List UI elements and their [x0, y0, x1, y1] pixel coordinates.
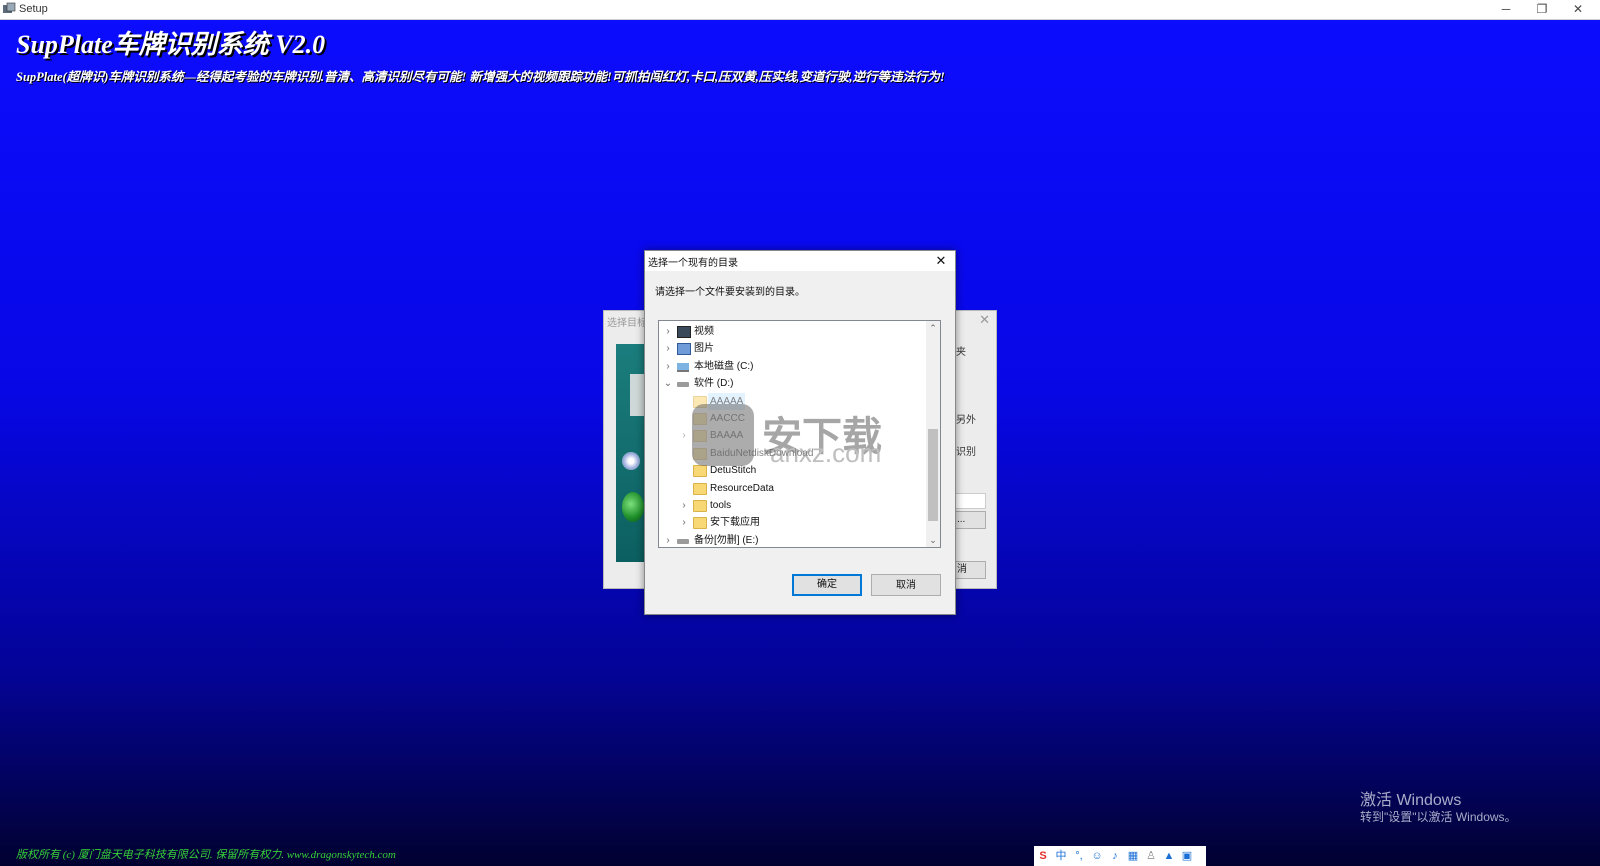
- tree-node-label: 备份[勿删] (E:): [694, 534, 759, 546]
- expand-chevron-icon[interactable]: ›: [679, 514, 689, 531]
- tree-folder-row[interactable]: ResourceData: [659, 480, 925, 497]
- dialog-titlebar: 选择一个现有的目录 ✕: [645, 251, 955, 271]
- ime-mode-indicator[interactable]: 中: [1054, 849, 1068, 863]
- download-logo-icon: [692, 404, 754, 466]
- emoji-icon[interactable]: ☺: [1090, 849, 1104, 863]
- window-title: Setup: [19, 3, 48, 15]
- computer-illustration: [630, 374, 644, 416]
- installer-subtitle: SupPlate(超牌识)车牌识别系统—经得起考验的车牌识别.普清、高清识别尽有…: [16, 70, 945, 84]
- scroll-up-icon[interactable]: ⌃: [926, 321, 940, 335]
- picture-icon: [677, 343, 691, 356]
- expand-chevron-icon[interactable]: ›: [679, 427, 689, 444]
- folder-icon: [693, 500, 707, 512]
- scroll-thumb[interactable]: [928, 429, 938, 521]
- window-titlebar: Setup ─ ❐ ✕: [0, 0, 1600, 20]
- expand-chevron-icon[interactable]: ›: [679, 497, 689, 514]
- wizard-browse-button[interactable]: ...: [954, 511, 986, 529]
- expand-chevron-icon[interactable]: ›: [663, 323, 673, 340]
- copyright-footer: 版权所有 (c) 厦门盘天电子科技有限公司. 保留所有权力. www.drago…: [16, 849, 396, 861]
- cancel-button[interactable]: 取消: [871, 574, 941, 596]
- dialog-title: 选择一个现有的目录: [648, 258, 738, 269]
- tree-folder-row[interactable]: › tools: [659, 497, 925, 514]
- mic-icon[interactable]: ♪: [1108, 849, 1122, 863]
- sogou-icon[interactable]: S: [1036, 849, 1050, 863]
- ime-toolbar: S 中 °, ☺ ♪ ▦ ♙ ▲ ▣: [1034, 846, 1206, 866]
- tree-node-label: 本地磁盘 (C:): [694, 360, 754, 372]
- grid-icon[interactable]: ▣: [1180, 849, 1194, 863]
- tree-drive-row[interactable]: ⌄ 软件 (D:): [659, 375, 925, 392]
- folder-icon: [693, 517, 707, 530]
- punctuation-icon[interactable]: °,: [1072, 849, 1086, 863]
- tree-drive-row[interactable]: › 本地磁盘 (C:): [659, 358, 925, 375]
- installer-title: SupPlate车牌识别系统 V2.0: [16, 30, 326, 59]
- user-icon[interactable]: ♙: [1144, 849, 1158, 863]
- tree-node-label: 图片: [694, 343, 714, 355]
- expand-chevron-icon[interactable]: ›: [663, 358, 673, 375]
- tree-node-label: 视频: [694, 326, 714, 337]
- globe-illustration: [622, 492, 644, 522]
- keyboard-icon[interactable]: ▦: [1126, 849, 1140, 863]
- computer-icon: [677, 362, 689, 372]
- tree-folder-row[interactable]: › 安下载应用: [659, 514, 925, 531]
- wizard-cancel-button[interactable]: 消: [954, 561, 986, 579]
- wizard-text-fragment: 夹: [956, 347, 966, 358]
- dialog-prompt: 请选择一个文件要安装到的目录。: [655, 287, 805, 298]
- wizard-title: 选择目标: [607, 318, 647, 329]
- tree-drive-row[interactable]: › 备份[勿删] (E:): [659, 532, 925, 547]
- tree-node-label: tools: [710, 500, 732, 511]
- expand-chevron-icon[interactable]: ›: [663, 340, 673, 357]
- disc-illustration: [622, 452, 640, 470]
- drive-icon: [677, 382, 689, 388]
- wizard-path-field[interactable]: [954, 493, 986, 509]
- setup-app-icon: [3, 2, 16, 13]
- tree-drive-row[interactable]: › 视频: [659, 323, 925, 340]
- tree-node-label: 软件 (D:): [694, 378, 734, 390]
- expand-chevron-icon[interactable]: ›: [663, 532, 673, 547]
- shirt-icon[interactable]: ▲: [1162, 849, 1176, 863]
- video-icon: [677, 326, 691, 338]
- wizard-close-icon[interactable]: ✕: [979, 312, 990, 328]
- folder-icon: [693, 482, 707, 495]
- maximize-button[interactable]: ❐: [1524, 0, 1560, 19]
- activation-watermark-subtitle: 转到"设置"以激活 Windows。: [1360, 810, 1517, 824]
- wizard-side-image: [616, 344, 646, 562]
- close-button[interactable]: ✕: [1560, 0, 1596, 19]
- tree-node-label: 安下载应用: [710, 517, 760, 529]
- wizard-text-fragment: 另外: [956, 415, 976, 426]
- tree-node-label: ResourceData: [710, 482, 774, 494]
- tree-drive-row[interactable]: › 图片: [659, 340, 925, 357]
- tree-scrollbar[interactable]: ⌃ ⌄: [926, 321, 940, 547]
- scroll-down-icon[interactable]: ⌄: [926, 533, 940, 547]
- drive-icon: [677, 538, 689, 544]
- ok-button[interactable]: 确定: [792, 574, 862, 596]
- download-logo-domain: anxz.com: [770, 438, 882, 468]
- collapse-chevron-icon[interactable]: ⌄: [663, 375, 673, 392]
- minimize-button[interactable]: ─: [1488, 0, 1524, 19]
- wizard-text-fragment: 识别: [956, 447, 976, 458]
- dialog-close-icon[interactable]: ✕: [927, 251, 955, 271]
- download-site-watermark: 安下载 anxz.com: [692, 404, 904, 468]
- activation-watermark-title: 激活 Windows: [1360, 792, 1462, 809]
